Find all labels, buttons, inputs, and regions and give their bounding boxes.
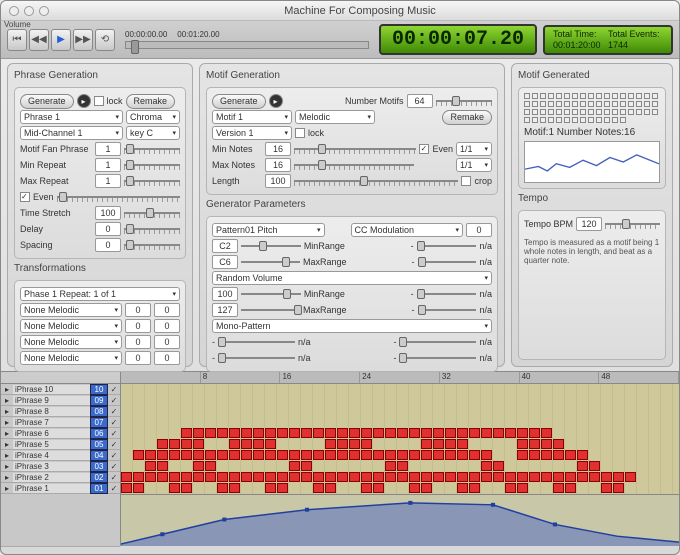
- volume-label: Volume: [4, 20, 31, 29]
- version-select[interactable]: Version 1: [212, 126, 292, 140]
- even-slider[interactable]: [57, 192, 180, 202]
- sequencer-grid[interactable]: [121, 384, 679, 494]
- timestretch-slider[interactable]: [124, 208, 180, 218]
- minrepeat-value[interactable]: 1: [95, 158, 121, 172]
- vol-min-slider[interactable]: [241, 289, 301, 299]
- progress-area[interactable]: 00:00:00.00 00:01:20.00: [121, 26, 373, 54]
- rewind-button[interactable]: ⏮: [7, 29, 27, 51]
- track-row[interactable]: ▸iPhrase 202✓: [1, 472, 120, 483]
- mono-select[interactable]: Mono-Pattern: [212, 319, 492, 333]
- loop-button[interactable]: ⟲: [95, 29, 115, 51]
- pattern-select[interactable]: Pattern01 Pitch: [212, 223, 325, 237]
- track-row[interactable]: ▸iPhrase 606✓: [1, 428, 120, 439]
- transformations-title: Transformations: [14, 263, 186, 274]
- maxrepeat-value[interactable]: 1: [95, 174, 121, 188]
- tempo-desc: Tempo is measured as a motif being 1 who…: [524, 238, 660, 265]
- ratio-a-select[interactable]: 1/1: [456, 142, 492, 156]
- even-notes-checkbox[interactable]: [419, 144, 429, 154]
- minimize-icon[interactable]: [24, 6, 34, 16]
- motif-grid: [524, 93, 660, 123]
- tempo-title: Tempo: [518, 193, 666, 204]
- c6-slider[interactable]: [241, 257, 300, 267]
- chroma-select[interactable]: Chroma: [126, 110, 180, 124]
- track-row[interactable]: ▸iPhrase 404✓: [1, 450, 120, 461]
- randvol-select[interactable]: Random Volume: [212, 271, 492, 285]
- motif-stat: Motif:1 Number Notes:16: [524, 127, 660, 138]
- tc-start: 00:00:00.00: [125, 30, 167, 39]
- phrase-title: Phrase Generation: [14, 70, 186, 81]
- track-row[interactable]: ▸iPhrase 1010✓: [1, 384, 120, 395]
- vol-max-slider[interactable]: [241, 305, 300, 315]
- tempo-slider[interactable]: [605, 219, 660, 229]
- volume-curve[interactable]: [121, 494, 679, 546]
- ccmod-select[interactable]: CC Modulation: [351, 223, 464, 237]
- number-motifs-slider[interactable]: [436, 96, 492, 106]
- maxrepeat-slider[interactable]: [124, 176, 180, 186]
- totals-display: Total Time:Total Events: 00:01:20:001744: [543, 25, 673, 55]
- motif-generate-button[interactable]: Generate: [212, 94, 266, 109]
- trans-2-select[interactable]: None Melodic: [20, 319, 122, 333]
- track-row[interactable]: ▸iPhrase 707✓: [1, 417, 120, 428]
- trans-4-select[interactable]: None Melodic: [20, 351, 122, 365]
- phrase-lock-checkbox[interactable]: [94, 96, 104, 106]
- track-row[interactable]: ▸iPhrase 101✓: [1, 483, 120, 494]
- phrase-play-icon[interactable]: ▸: [77, 94, 91, 108]
- phrase-select[interactable]: Phrase 1: [20, 110, 123, 124]
- step-back-button[interactable]: ◀◀: [29, 29, 49, 51]
- spacing-slider[interactable]: [124, 240, 180, 250]
- minnotes-value[interactable]: 16: [265, 142, 291, 156]
- generated-title: Motif Generated: [518, 70, 666, 81]
- length-value[interactable]: 100: [265, 174, 291, 188]
- motif-remake-button[interactable]: Remake: [442, 110, 492, 125]
- play-button[interactable]: ▶: [51, 29, 71, 51]
- fan-slider[interactable]: [124, 144, 180, 154]
- step-fwd-button[interactable]: ▶▶: [73, 29, 93, 51]
- track-row[interactable]: ▸iPhrase 303✓: [1, 461, 120, 472]
- phrase-generate-button[interactable]: Generate: [20, 94, 74, 109]
- window-title: Machine For Composing Music: [49, 5, 671, 17]
- track-row[interactable]: ▸iPhrase 909✓: [1, 395, 120, 406]
- length-slider[interactable]: [294, 176, 458, 186]
- delay-slider[interactable]: [124, 224, 180, 234]
- trans-3-select[interactable]: None Melodic: [20, 335, 122, 349]
- motif-select[interactable]: Motif 1: [212, 110, 292, 124]
- timecode-display: 00:00:07.20: [379, 24, 537, 55]
- motif-waveform: [524, 141, 660, 183]
- midi-select[interactable]: Mid-Channel 1: [20, 126, 123, 140]
- tempo-value[interactable]: 120: [576, 217, 602, 231]
- timestretch-value[interactable]: 100: [95, 206, 121, 220]
- minrepeat-slider[interactable]: [124, 160, 180, 170]
- maxnotes-slider[interactable]: [294, 160, 414, 170]
- number-motifs-value[interactable]: 64: [407, 94, 433, 108]
- track-row[interactable]: ▸iPhrase 505✓: [1, 439, 120, 450]
- motif-title: Motif Generation: [206, 70, 498, 81]
- c2-slider[interactable]: [241, 241, 301, 251]
- fan-value[interactable]: 1: [95, 142, 121, 156]
- maxnotes-value[interactable]: 16: [265, 158, 291, 172]
- trans-top-select[interactable]: Phase 1 Repeat: 1 of 1: [20, 287, 180, 301]
- close-icon[interactable]: [9, 6, 19, 16]
- zoom-icon[interactable]: [39, 6, 49, 16]
- spacing-value[interactable]: 0: [95, 238, 121, 252]
- even-checkbox[interactable]: [20, 192, 30, 202]
- tc-end: 00:01:20.00: [177, 30, 219, 39]
- ratio-b-select[interactable]: 1/1: [456, 158, 492, 172]
- delay-value[interactable]: 0: [95, 222, 121, 236]
- trans-1-select[interactable]: None Melodic: [20, 303, 122, 317]
- crop-checkbox[interactable]: [461, 176, 471, 186]
- gen-params-title: Generator Parameters: [206, 199, 498, 210]
- phrase-remake-button[interactable]: Remake: [126, 94, 176, 109]
- track-row[interactable]: ▸iPhrase 808✓: [1, 406, 120, 417]
- key-select[interactable]: key C: [126, 126, 180, 140]
- minnotes-slider[interactable]: [294, 144, 416, 154]
- melodic-select[interactable]: Melodic: [295, 110, 375, 124]
- motif-lock-checkbox[interactable]: [295, 128, 305, 138]
- motif-play-icon[interactable]: ▸: [269, 94, 283, 108]
